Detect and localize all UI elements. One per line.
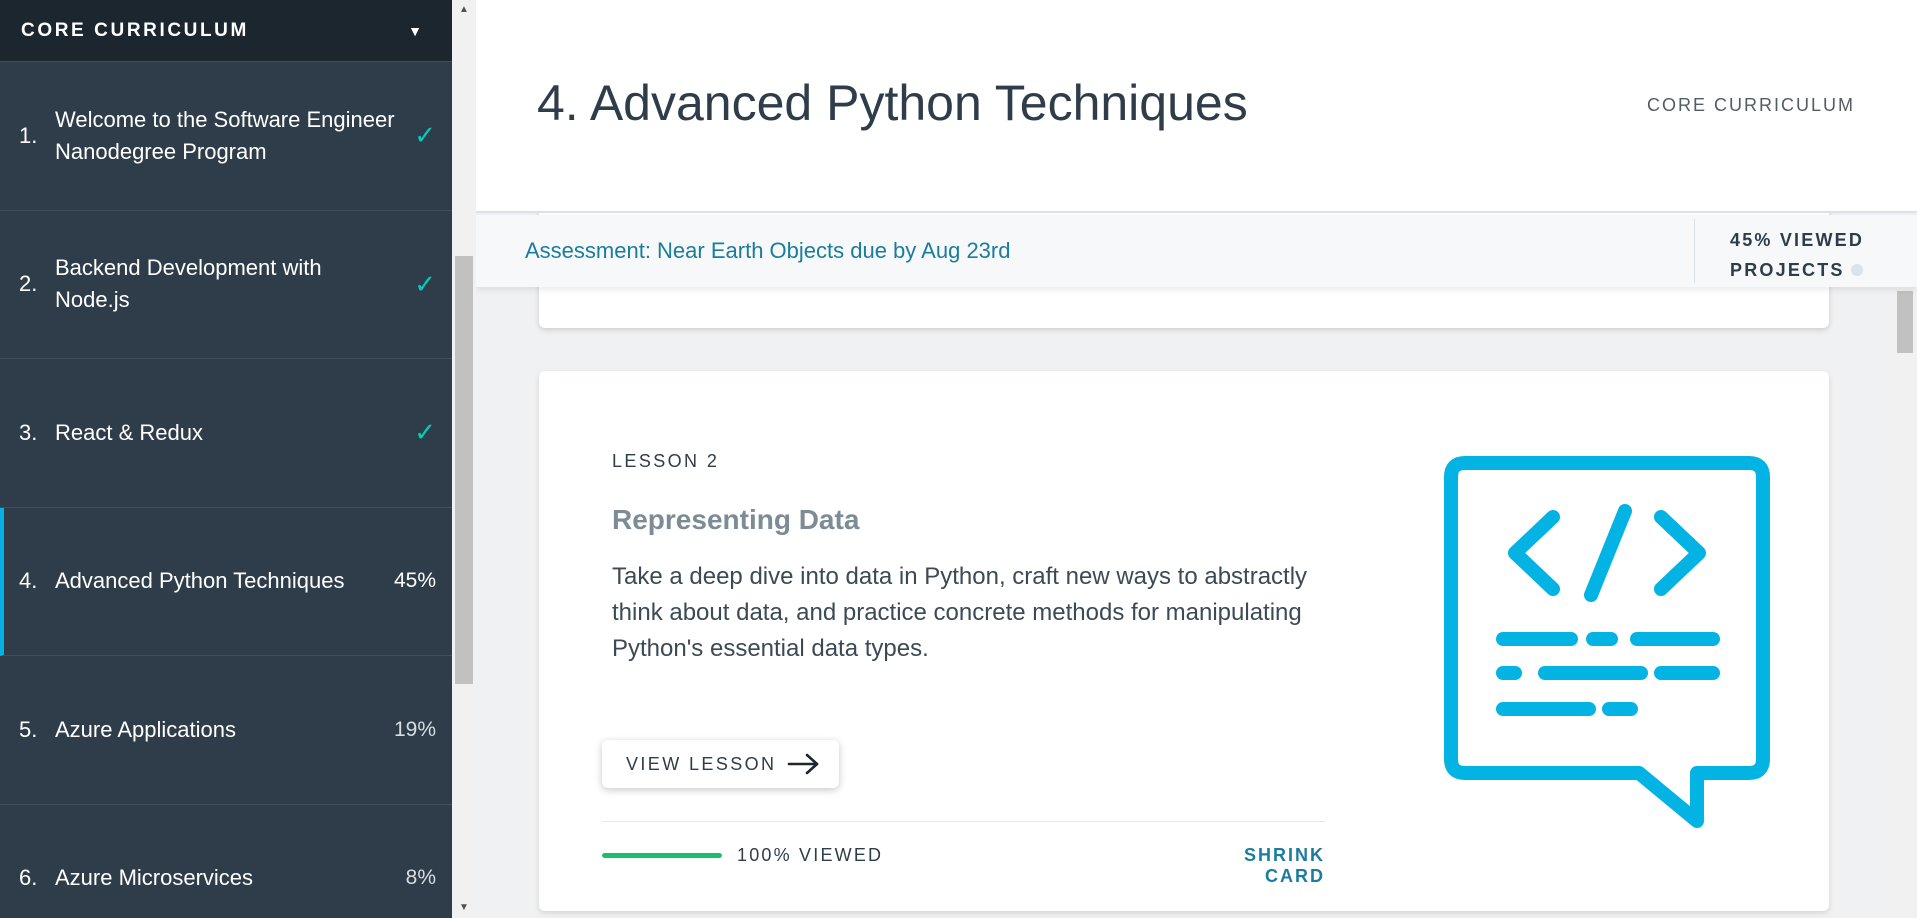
view-lesson-button[interactable]: VIEW LESSON (602, 740, 839, 788)
lesson-number: LESSON 2 (612, 451, 720, 471)
projects-status: PROJECTS (1730, 255, 1917, 285)
check-icon: ✓ (414, 120, 436, 151)
sidebar-item-progress: 45% (393, 569, 436, 593)
lesson-card: LESSON 2 Representing Data Take a deep d… (539, 371, 1829, 911)
main-content: LESSON 2 Representing Data Take a deep d… (476, 0, 1917, 918)
main-scrollbar[interactable] (1893, 287, 1917, 918)
course-label: CORE CURRICULUM (1646, 95, 1855, 115)
sidebar-item-2[interactable]: 2. Backend Development with Node.js ✓ (0, 211, 452, 359)
sidebar-item-6[interactable]: 6. Azure Microservices 8% (0, 805, 452, 918)
arrow-right-icon (787, 753, 819, 775)
status-dot-icon (1850, 264, 1863, 276)
sidebar-item-progress: 8% (405, 866, 436, 890)
check-icon: ✓ (414, 268, 436, 299)
lesson-description: Take a deep dive into data in Python, cr… (612, 563, 1308, 662)
lesson-progress-fill (602, 853, 722, 858)
card-divider (602, 821, 1325, 822)
sidebar-item-5[interactable]: 5. Azure Applications 19% (0, 656, 452, 805)
viewed-status[interactable]: 45% VIEWED PROJECTS (1694, 219, 1917, 283)
sidebar-item-3[interactable]: 3. React & Redux ✓ (0, 359, 452, 508)
sidebar-item-progress: 19% (393, 717, 436, 741)
code-chat-icon (1444, 456, 1770, 828)
scroll-down-arrow-icon[interactable]: ▼ (452, 898, 476, 918)
sidebar-item-number: 6. (19, 865, 38, 891)
sidebar-item-1[interactable]: 1. Welcome to the Software Engineer Nano… (0, 62, 452, 211)
main-scrollbar-thumb[interactable] (1897, 291, 1913, 353)
assessment-bar: Assessment: Near Earth Objects due by Au… (476, 215, 1917, 287)
lesson-progress-text: 100% VIEWED (737, 845, 884, 865)
sidebar-title: CORE CURRICULUM (21, 19, 249, 41)
sidebar-item-number: 2. (19, 271, 38, 297)
projects-label: PROJECTS (1730, 260, 1845, 280)
sidebar-item-label: Azure Microservices (55, 865, 254, 891)
sidebar: CORE CURRICULUM ▼ 1. Welcome to the Soft… (0, 0, 452, 918)
sidebar-scrollbar[interactable]: ▲ ▼ (452, 0, 476, 918)
sidebar-scrollbar-thumb[interactable] (455, 256, 473, 684)
sidebar-item-label: Azure Applications (55, 716, 236, 742)
viewed-percent: 45% VIEWED (1730, 230, 1865, 250)
sidebar-item-number: 1. (19, 122, 38, 148)
assessment-link[interactable]: Assessment: Near Earth Objects due by Au… (525, 238, 1010, 264)
sidebar-item-label: Backend Development with Node.js (55, 255, 322, 313)
lesson-progress-bar (602, 853, 722, 858)
scroll-up-arrow-icon[interactable]: ▲ (452, 0, 476, 20)
check-icon: ✓ (414, 417, 436, 448)
lesson-title: Representing Data (612, 504, 860, 535)
sidebar-item-label: React & Redux (55, 419, 203, 445)
page-title: 4. Advanced Python Techniques (537, 75, 1248, 131)
curriculum-dropdown[interactable]: CORE CURRICULUM ▼ (0, 0, 452, 62)
sidebar-item-label: Welcome to the Software Engineer Nanodeg… (55, 106, 395, 164)
page-header: 4. Advanced Python Techniques CORE CURRI… (476, 0, 1917, 213)
sidebar-item-number: 3. (19, 419, 38, 445)
sidebar-item-4-active[interactable]: 4. Advanced Python Techniques 45% (0, 507, 452, 656)
caret-down-icon: ▼ (408, 22, 422, 39)
sidebar-item-number: 4. (19, 568, 38, 594)
view-lesson-label: VIEW LESSON (626, 753, 777, 774)
shrink-card-button[interactable]: SHRINK CARD (1179, 845, 1325, 887)
sidebar-item-label: Advanced Python Techniques (55, 568, 345, 594)
sidebar-item-number: 5. (19, 716, 38, 742)
